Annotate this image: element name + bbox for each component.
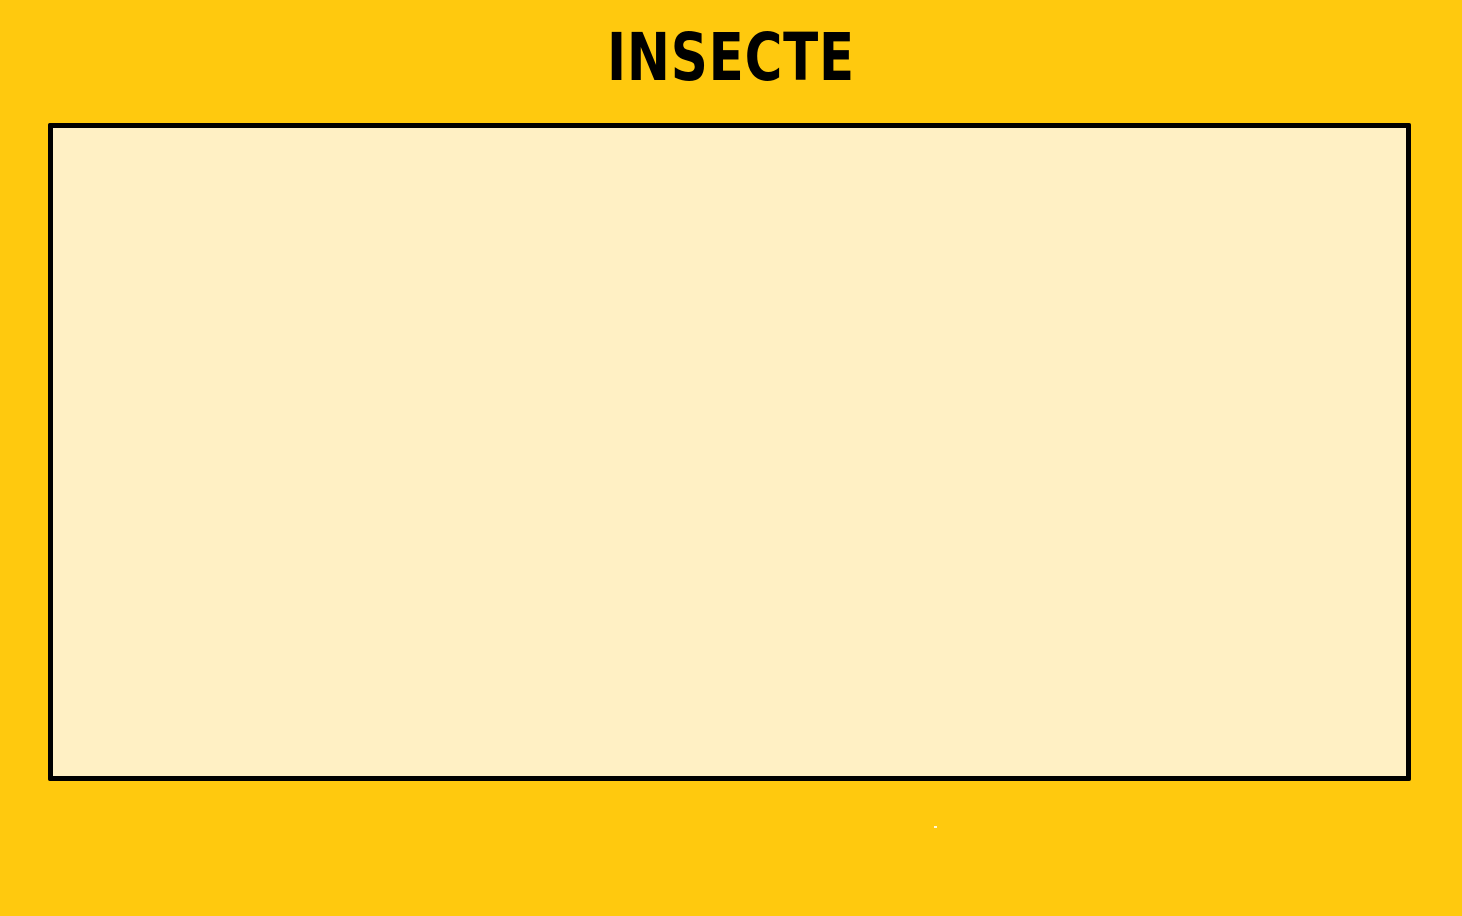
content-box	[48, 123, 1411, 781]
worksheet-page: INSECTE	[0, 0, 1462, 916]
page-title: INSECTE	[606, 19, 856, 96]
background-speck	[934, 826, 937, 828]
